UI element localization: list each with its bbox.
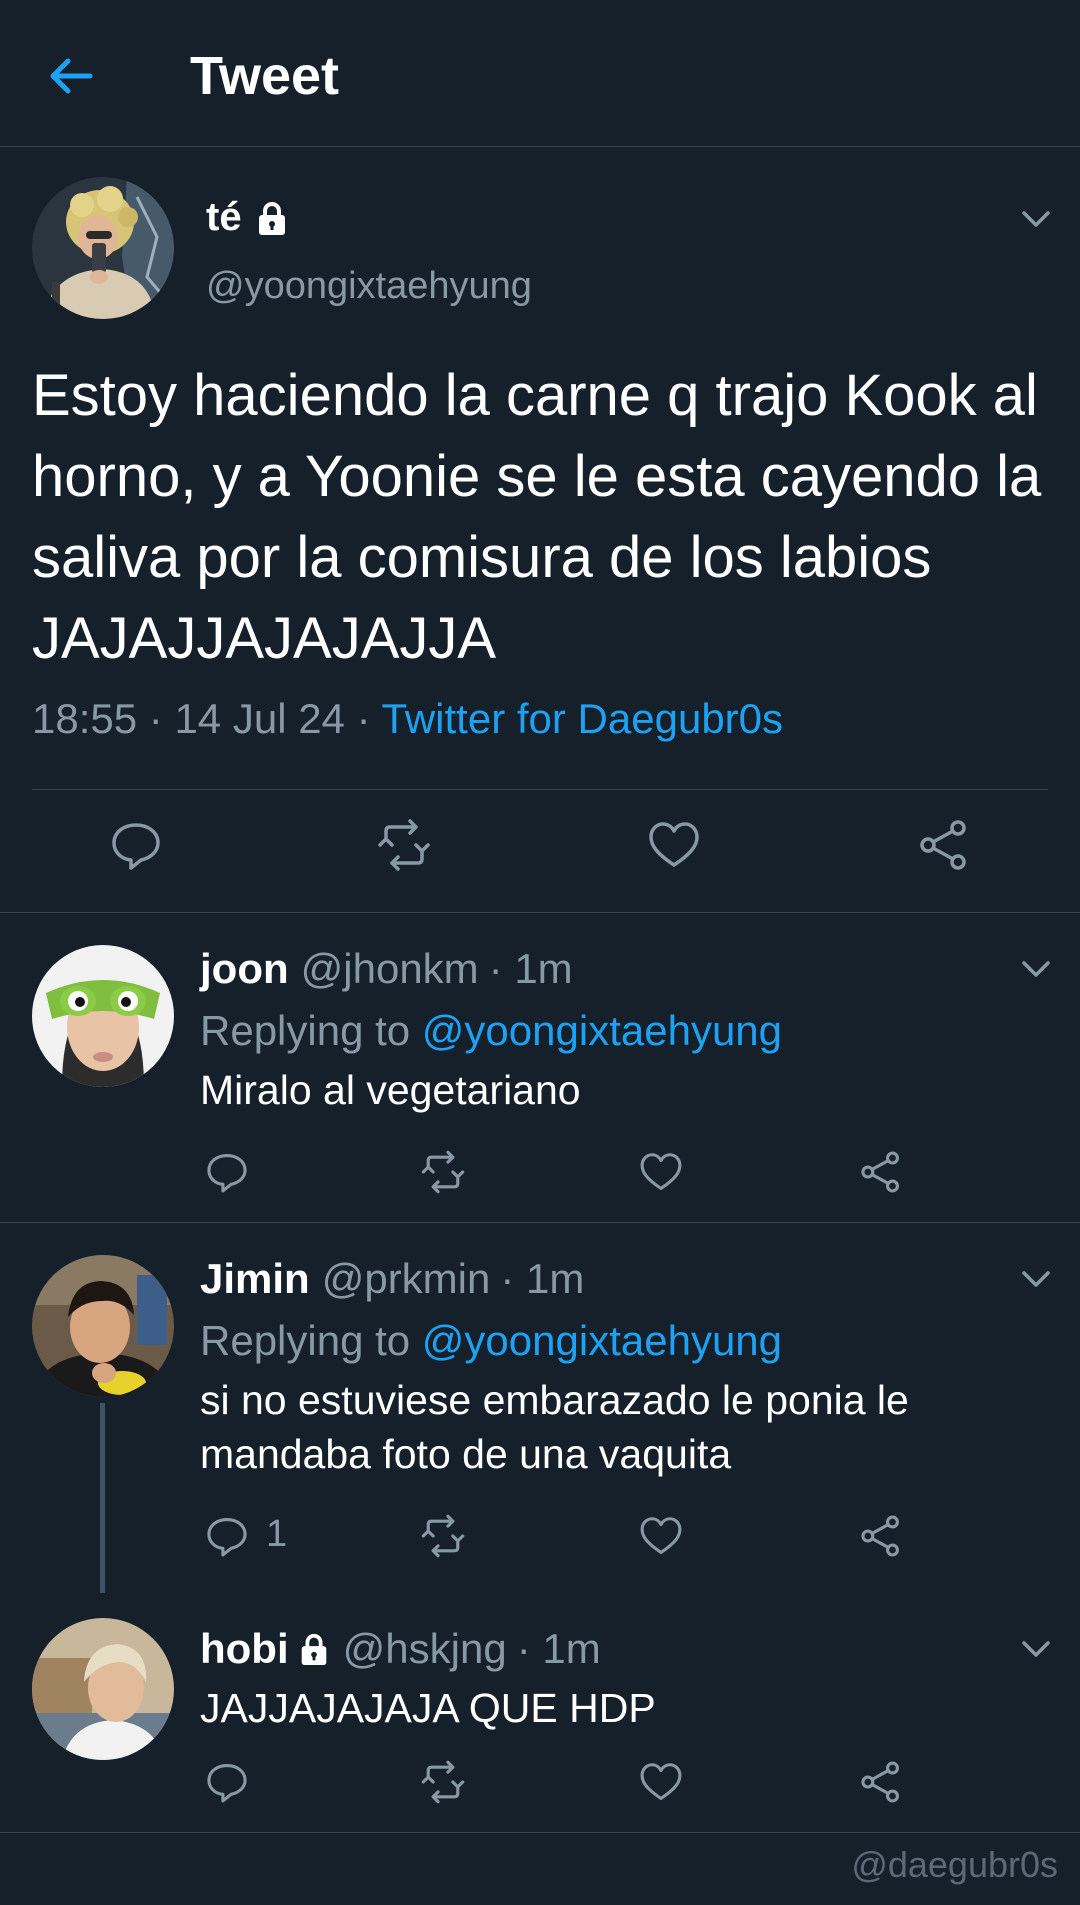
chevron-down-icon[interactable]	[1016, 1633, 1056, 1663]
reply-icon[interactable]	[204, 1149, 250, 1195]
chevron-down-icon[interactable]	[1016, 203, 1056, 233]
reply-tweet[interactable]: joon @jhonkm · 1m Replying to @yoongixta…	[0, 913, 1080, 1223]
tweet-source-link[interactable]: Twitter for Daegubr0s	[382, 695, 784, 742]
main-tweet: té @yoongixtaehyung Estoy haciendo la ca…	[0, 147, 1080, 913]
replying-to: Replying to @yoongixtaehyung	[200, 1007, 782, 1055]
display-name[interactable]: té	[206, 195, 242, 240]
tweet-date: 14 Jul 24	[174, 695, 345, 742]
avatar[interactable]	[32, 1255, 174, 1397]
tweet-text: Estoy haciendo la carne q trajo Kook al …	[32, 363, 1042, 671]
tweet-time: 18:55	[32, 695, 138, 742]
tweet-text: JAJJAJAJAJA QUE HDP	[200, 1685, 656, 1731]
reply-tweet[interactable]: hobi @hskjng · 1m JAJJAJAJAJA QUE HDP	[0, 1583, 1080, 1833]
handle[interactable]: @yoongixtaehyung	[206, 265, 532, 308]
share-icon[interactable]	[858, 1759, 904, 1805]
retweet-icon[interactable]	[420, 1759, 466, 1805]
retweet-icon[interactable]	[376, 817, 432, 873]
lock-icon	[254, 200, 290, 236]
lock-icon	[297, 1632, 331, 1666]
mention-link[interactable]: @yoongixtaehyung	[422, 1007, 782, 1054]
chevron-down-icon[interactable]	[1016, 953, 1056, 983]
replying-label: Replying to	[200, 1317, 411, 1364]
reply-time: · 1m	[500, 1255, 585, 1302]
avatar[interactable]	[32, 1618, 174, 1760]
avatar[interactable]	[32, 177, 174, 319]
reply-icon[interactable]	[108, 817, 164, 873]
meta-separator: ·	[148, 695, 163, 742]
display-name[interactable]: hobi	[200, 1625, 289, 1673]
like-icon[interactable]	[638, 1149, 684, 1195]
tweet-text: si no estuviese embarazado le ponia le m…	[200, 1377, 909, 1477]
share-icon[interactable]	[916, 817, 972, 873]
mention-link[interactable]: @yoongixtaehyung	[422, 1317, 782, 1364]
like-icon[interactable]	[646, 817, 702, 873]
divider	[32, 789, 1048, 790]
top-bar: Tweet	[0, 0, 1080, 147]
share-icon[interactable]	[858, 1513, 904, 1559]
replying-label: Replying to	[200, 1007, 411, 1054]
thread-connector	[100, 1403, 105, 1593]
reply-icon[interactable]	[204, 1513, 250, 1559]
reply-header: joon @jhonkm · 1m	[200, 945, 573, 993]
share-icon[interactable]	[858, 1149, 904, 1195]
reply-header: Jimin @prkmin · 1m	[200, 1255, 584, 1303]
avatar[interactable]	[32, 945, 174, 1087]
reply-icon[interactable]	[204, 1759, 250, 1805]
watermark: @daegubr0s	[851, 1844, 1058, 1885]
display-name-row: té	[206, 195, 290, 240]
handle[interactable]: @hskjng	[343, 1625, 507, 1673]
retweet-icon[interactable]	[420, 1149, 466, 1195]
reply-count: 1	[266, 1513, 288, 1555]
display-name[interactable]: joon	[200, 945, 289, 993]
page-title: Tweet	[190, 46, 340, 106]
display-name[interactable]: Jimin	[200, 1255, 310, 1303]
tweet-meta: 18:55 · 14 Jul 24 · Twitter for Daegubr0…	[32, 695, 783, 743]
tweet-detail-page: Tweet té @yoongixtaehyung Estoy haciendo…	[0, 0, 1080, 1905]
handle[interactable]: @prkmin	[322, 1255, 491, 1303]
meta-separator: ·	[356, 695, 371, 742]
tweet-text: Miralo al vegetariano	[200, 1067, 581, 1113]
handle[interactable]: @jhonkm	[301, 945, 479, 993]
reply-header: hobi @hskjng · 1m	[200, 1625, 601, 1673]
reply-tweet[interactable]: Jimin @prkmin · 1m Replying to @yoongixt…	[0, 1223, 1080, 1593]
arrow-left-icon[interactable]	[44, 48, 100, 104]
chevron-down-icon[interactable]	[1016, 1263, 1056, 1293]
like-icon[interactable]	[638, 1513, 684, 1559]
reply-time: · 1m	[488, 945, 573, 992]
reply-time: · 1m	[516, 1625, 601, 1672]
retweet-icon[interactable]	[420, 1513, 466, 1559]
like-icon[interactable]	[638, 1759, 684, 1805]
replying-to: Replying to @yoongixtaehyung	[200, 1317, 782, 1365]
